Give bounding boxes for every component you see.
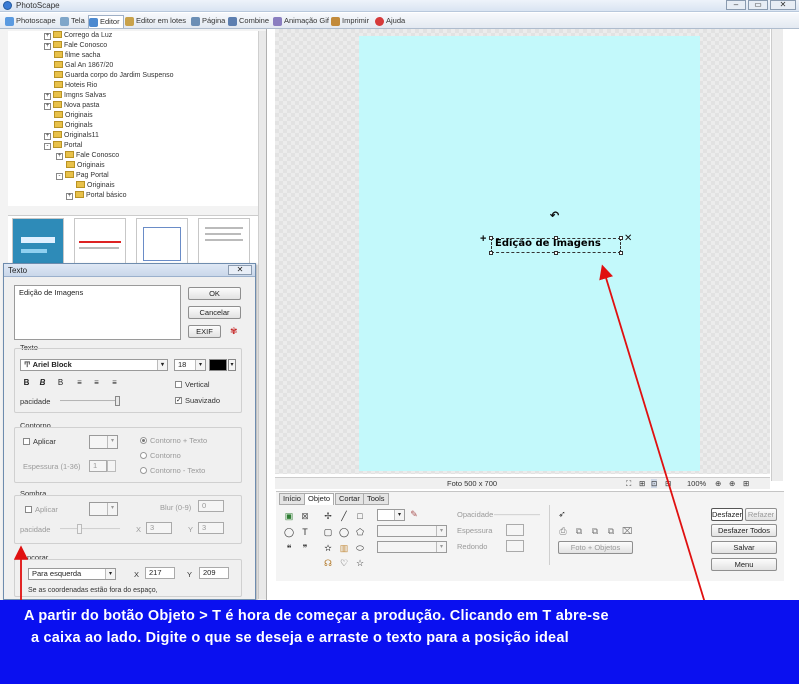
arrow-to-canvas-text [599, 264, 706, 604]
instruction-banner: A partir do botão Objeto > T é hora de c… [0, 600, 799, 684]
instruction-line-1: A partir do botão Objeto > T é hora de c… [24, 608, 609, 624]
annotation-arrows [13, 264, 706, 655]
instruction-line-2: a caixa ao lado. Digite o que se deseja … [31, 630, 569, 646]
